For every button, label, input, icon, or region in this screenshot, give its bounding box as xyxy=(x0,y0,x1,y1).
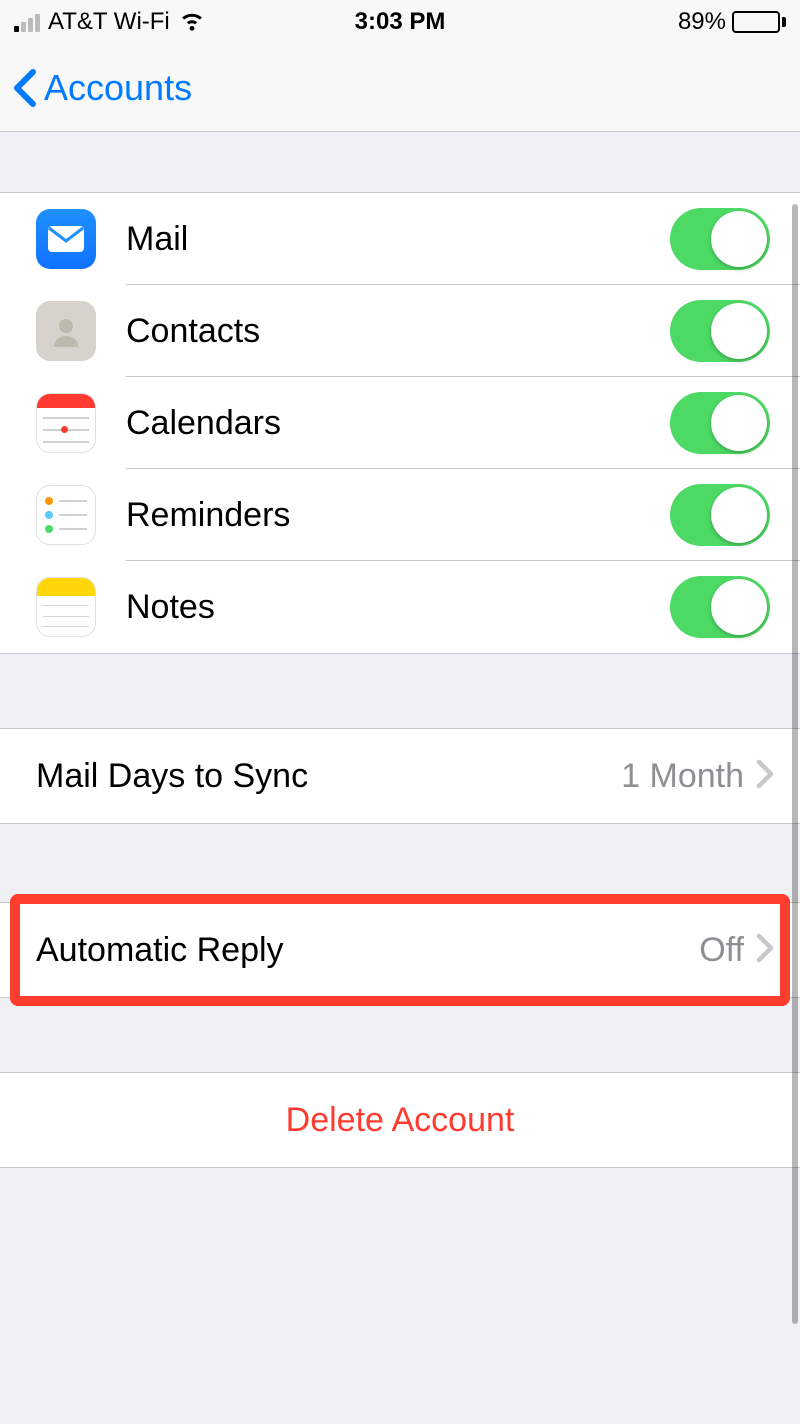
automatic-reply-group: Automatic Reply Off xyxy=(0,902,800,998)
automatic-reply-highlight: Automatic Reply Off xyxy=(0,902,800,998)
mail-icon xyxy=(36,209,96,269)
delete-account-group: Delete Account xyxy=(0,1072,800,1168)
chevron-right-icon xyxy=(756,759,774,794)
calendars-icon xyxy=(36,393,96,453)
notes-toggle[interactable] xyxy=(670,576,770,638)
nav-bar: Accounts xyxy=(0,44,800,132)
service-row-notes: Notes xyxy=(0,561,800,653)
status-left: AT&T Wi-Fi xyxy=(14,5,206,40)
status-right: 89% xyxy=(678,8,786,36)
contacts-toggle[interactable] xyxy=(670,300,770,362)
mail-toggle[interactable] xyxy=(670,208,770,270)
service-row-contacts: Contacts xyxy=(0,285,800,377)
back-label: Accounts xyxy=(44,67,192,109)
contacts-icon xyxy=(36,301,96,361)
notes-icon xyxy=(36,577,96,637)
scroll-indicator xyxy=(792,204,798,1324)
carrier-label: AT&T Wi-Fi xyxy=(48,8,170,36)
chevron-right-icon xyxy=(756,933,774,968)
service-row-mail: Mail xyxy=(0,193,800,285)
battery-icon xyxy=(732,11,786,33)
chevron-left-icon xyxy=(10,68,40,108)
mail-days-to-sync-row[interactable]: Mail Days to Sync 1 Month xyxy=(0,729,800,823)
service-label: Contacts xyxy=(126,312,670,351)
mail-sync-group: Mail Days to Sync 1 Month xyxy=(0,728,800,824)
wifi-icon xyxy=(178,5,206,40)
delete-account-label: Delete Account xyxy=(286,1101,515,1140)
reminders-icon xyxy=(36,485,96,545)
calendars-toggle[interactable] xyxy=(670,392,770,454)
automatic-reply-label: Automatic Reply xyxy=(36,931,699,970)
back-button[interactable]: Accounts xyxy=(10,67,192,109)
service-row-reminders: Reminders xyxy=(0,469,800,561)
service-label: Notes xyxy=(126,588,670,627)
service-label: Reminders xyxy=(126,496,670,535)
mail-sync-label: Mail Days to Sync xyxy=(36,757,621,796)
service-label: Calendars xyxy=(126,404,670,443)
service-row-calendars: Calendars xyxy=(0,377,800,469)
battery-pct-label: 89% xyxy=(678,8,726,36)
mail-sync-value: 1 Month xyxy=(621,757,744,796)
reminders-toggle[interactable] xyxy=(670,484,770,546)
automatic-reply-value: Off xyxy=(699,931,744,970)
clock-label: 3:03 PM xyxy=(355,8,446,36)
delete-account-button[interactable]: Delete Account xyxy=(0,1073,800,1167)
automatic-reply-row[interactable]: Automatic Reply Off xyxy=(0,903,800,997)
status-bar: AT&T Wi-Fi 3:03 PM 89% xyxy=(0,0,800,44)
cellular-signal-icon xyxy=(14,12,40,32)
service-label: Mail xyxy=(126,220,670,259)
services-group: Mail Contacts Calendars Reminders xyxy=(0,192,800,654)
